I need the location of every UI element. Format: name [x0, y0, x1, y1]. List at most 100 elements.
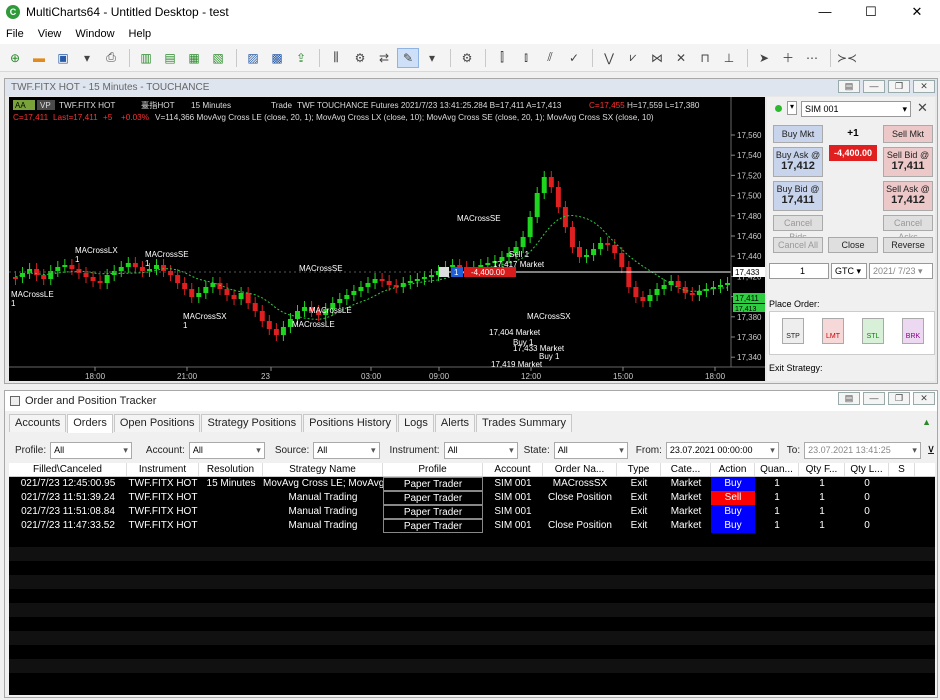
minimize-button[interactable]: — [802, 0, 848, 24]
column-header[interactable]: Profile [383, 463, 483, 476]
stop-limit-order-icon[interactable]: STL [862, 318, 884, 344]
collapse-icon[interactable]: ≻≺ [836, 48, 858, 68]
pattern-icon[interactable]: ⋈ [646, 48, 668, 68]
tracker-close-button[interactable]: ✕ [913, 392, 935, 405]
cross-pattern-icon[interactable]: ✕ [670, 48, 692, 68]
cancel-asks-button[interactable]: Cancel Asks [883, 215, 933, 242]
zigzag-icon[interactable]: ⋁ [598, 48, 620, 68]
cancel-bids-button[interactable]: Cancel Bids [773, 215, 823, 242]
column-header[interactable]: Order Na... [543, 463, 617, 476]
column-header[interactable]: Instrument [127, 463, 199, 476]
tab-accounts[interactable]: Accounts [9, 414, 67, 432]
column-header[interactable]: Cate... [661, 463, 711, 476]
close-position-button[interactable]: Close [828, 237, 878, 253]
tab-positions-history[interactable]: Positions History [303, 414, 398, 432]
buy-market-button[interactable]: Buy Mkt [773, 125, 823, 143]
instrument-filter[interactable]: All [443, 441, 518, 459]
new-dom-icon[interactable]: ▦ [183, 48, 205, 68]
drawing-icon[interactable]: ✎ [397, 47, 419, 68]
more-icon[interactable]: ⋯ [801, 48, 823, 68]
bracket-order-icon[interactable]: BRK [902, 318, 924, 344]
sell-ask-button[interactable]: Sell Ask @17,412 [883, 181, 933, 211]
signal-icon[interactable]: ⚙ [349, 48, 371, 68]
table-row[interactable]: 021/7/23 12:45:00.95 TWF.FITX HOT 15 Minut… [9, 477, 935, 491]
sell-bid-button[interactable]: Sell Bid @17,411 [883, 147, 933, 177]
buy-ask-button[interactable]: Buy Ask @17,412 [773, 147, 823, 177]
limit-order-icon[interactable]: LMT [822, 318, 844, 344]
column-header[interactable]: Account [483, 463, 543, 476]
workspace-icon[interactable]: ▩ [266, 48, 288, 68]
new-scanner-icon[interactable]: ▤ [159, 48, 181, 68]
column-header[interactable]: Qty L... [845, 463, 889, 476]
sell-market-button[interactable]: Sell Mkt [883, 125, 933, 143]
strategy-icon[interactable]: ⇄ [373, 48, 395, 68]
account-filter[interactable]: All [188, 441, 265, 459]
wave-icon[interactable]: ⩗ [622, 48, 644, 68]
chart-window-minimize-button[interactable]: — [863, 80, 885, 93]
tracker-minimize-button[interactable]: — [863, 392, 885, 405]
buy-bid-button[interactable]: Buy Bid @17,411 [773, 181, 823, 211]
export-icon[interactable]: ⇪ [290, 48, 312, 68]
chart-window-menu-button[interactable]: ▤ [838, 80, 860, 93]
chart-window-close-button[interactable]: ✕ [913, 80, 935, 93]
date-select[interactable]: 2021/ 7/23 ▾ [869, 263, 933, 279]
column-header[interactable]: Type [617, 463, 661, 476]
column-header[interactable]: Action [711, 463, 755, 476]
dropdown-icon-2[interactable]: ▾ [421, 48, 443, 68]
table-row[interactable]: 021/7/23 11:47:33.52 TWF.FITX HOT Manual T… [9, 519, 935, 533]
menu-file[interactable]: File [6, 28, 24, 40]
tracker-scroll-up-icon[interactable]: ▲ [922, 417, 931, 427]
to-date-field[interactable]: 23.07.2021 13:41:25 [804, 441, 921, 459]
table-row[interactable]: 021/7/23 11:51:39.24 TWF.FITX HOT Manual T… [9, 491, 935, 505]
bar-chart-icon[interactable]: ⫿ [491, 48, 513, 68]
column-header[interactable]: Qty F... [799, 463, 845, 476]
menu-view[interactable]: View [38, 28, 62, 40]
new-portfolio-icon[interactable]: ▧ [207, 48, 229, 68]
line-chart-icon[interactable]: ✓ [563, 48, 585, 68]
pointer-icon[interactable]: ➤ [753, 48, 775, 68]
column-header[interactable]: Strategy Name [263, 463, 383, 476]
chart-window-restore-button[interactable]: ❐ [888, 80, 910, 93]
crosshair-icon[interactable]: ＋ [777, 48, 799, 68]
menu-help[interactable]: Help [129, 28, 152, 40]
column-header[interactable]: Resolution [199, 463, 263, 476]
chart-canvas[interactable]: 17,560 17,540 17,520 17,500 17,480 17,460 17,4… [9, 97, 765, 381]
close-button[interactable]: ✕ [894, 0, 940, 24]
ohlc-icon[interactable]: ⫽ [539, 48, 561, 68]
stop-order-icon[interactable]: STP [782, 318, 804, 344]
indicator-icon[interactable]: ⫼ [325, 48, 347, 68]
tab-open-positions[interactable]: Open Positions [113, 414, 201, 432]
tab-strategy-positions[interactable]: Strategy Positions [201, 414, 303, 432]
column-header[interactable]: Filled\Canceled [9, 463, 127, 476]
filter-settings-icon[interactable]: ⊻ [927, 444, 935, 457]
maximize-button[interactable]: ☐ [848, 0, 894, 24]
save-icon[interactable]: ▣ [52, 48, 74, 68]
tab-alerts[interactable]: Alerts [434, 414, 476, 432]
tracker-menu-button[interactable]: ▤ [838, 392, 860, 405]
candle-icon[interactable]: ⫾ [515, 48, 537, 68]
price-chart[interactable]: 17,560 17,540 17,520 17,500 17,480 17,460 17,4… [9, 97, 765, 381]
quantity-stepper[interactable]: 1 [769, 263, 829, 279]
from-date-field[interactable]: 23.07.2021 00:00:00 [665, 441, 779, 459]
tab-orders[interactable]: Orders [67, 414, 113, 433]
cancel-all-button[interactable]: Cancel All [773, 237, 823, 253]
tab-logs[interactable]: Logs [398, 414, 434, 432]
image-icon[interactable]: ▨ [242, 48, 264, 68]
format-icon[interactable]: ⚙ [456, 48, 478, 68]
column-header[interactable]: S [889, 463, 915, 476]
histogram-icon[interactable]: ⊥ [718, 48, 740, 68]
profile-filter[interactable]: All [50, 441, 132, 459]
step-icon[interactable]: ⊓ [694, 48, 716, 68]
tab-trades-summary[interactable]: Trades Summary [476, 414, 572, 432]
print-icon[interactable]: ⎙ [100, 48, 122, 68]
menu-window[interactable]: Window [75, 28, 114, 40]
new-icon[interactable]: ⊕ [4, 48, 26, 68]
source-filter[interactable]: All [313, 441, 380, 459]
tracker-restore-button[interactable]: ❐ [888, 392, 910, 405]
reverse-position-button[interactable]: Reverse [883, 237, 933, 253]
column-header[interactable]: Quan... [755, 463, 799, 476]
new-chart-icon[interactable]: ▥ [135, 48, 157, 68]
open-folder-icon[interactable]: ▬ [28, 48, 50, 68]
dropdown-icon[interactable]: ▾ [76, 48, 98, 68]
state-filter[interactable]: All [553, 441, 628, 459]
